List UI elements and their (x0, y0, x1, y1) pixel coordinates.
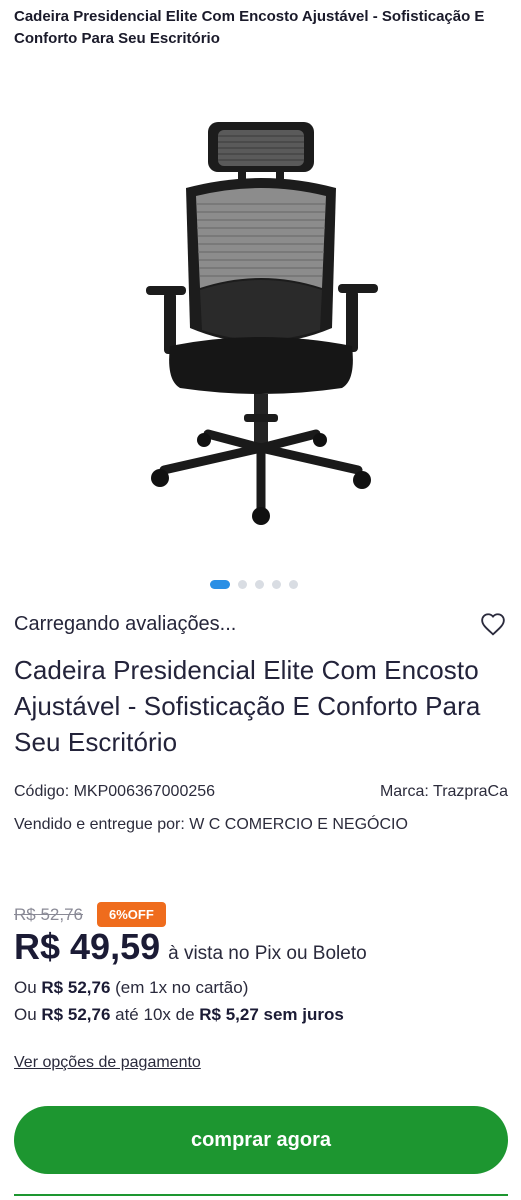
carousel-dot-3[interactable] (255, 580, 264, 589)
installment-line: Ou R$ 52,76 até 10x de R$ 5,27 sem juros (14, 1005, 344, 1024)
card-payment-line: Ou R$ 52,76 (em 1x no cartão) (14, 978, 249, 997)
product-brand[interactable]: Marca: TrazpraCa (380, 783, 508, 801)
page-header-title: Cadeira Presidencial Elite Com Encosto A… (14, 8, 485, 47)
carousel-dot-4[interactable] (272, 580, 281, 589)
carousel-dot-2[interactable] (238, 580, 247, 589)
carousel-dot-5[interactable] (289, 580, 298, 589)
office-chair-icon (146, 122, 378, 525)
discount-badge: 6%OFF (97, 902, 166, 927)
product-image[interactable] (130, 118, 392, 538)
product-code: Código: MKP006367000256 (14, 783, 216, 800)
product-name: Cadeira Presidencial Elite Com Encosto A… (14, 655, 481, 757)
product-meta-row: Código: MKP006367000256 Marca: TrazpraCa (14, 783, 508, 801)
reviews-row: Carregando avaliações... (14, 608, 508, 640)
bottom-divider (14, 1194, 508, 1200)
heart-outline-icon (481, 613, 505, 636)
carousel-dot-1[interactable] (210, 580, 230, 589)
payment-options-link[interactable]: Ver opções de pagamento (14, 1054, 201, 1072)
favorite-button[interactable] (478, 609, 508, 639)
installments-info: Ou R$ 52,76 (em 1x no cartão) Ou R$ 52,7… (14, 974, 344, 1028)
old-price: R$ 52,76 (14, 904, 83, 924)
buy-now-button[interactable]: comprar agora (14, 1106, 508, 1174)
old-price-row: R$ 52,76 6%OFF (14, 902, 166, 927)
seller-info: Vendido e entregue por: W C COMERCIO E N… (14, 816, 408, 833)
carousel-dots (210, 580, 298, 589)
price-suffix: à vista no Pix ou Boleto (168, 943, 367, 964)
price-row: R$ 49,59 à vista no Pix ou Boleto (14, 926, 367, 968)
price-main: R$ 49,59 (14, 926, 161, 967)
reviews-loading-text: Carregando avaliações... (14, 612, 237, 635)
